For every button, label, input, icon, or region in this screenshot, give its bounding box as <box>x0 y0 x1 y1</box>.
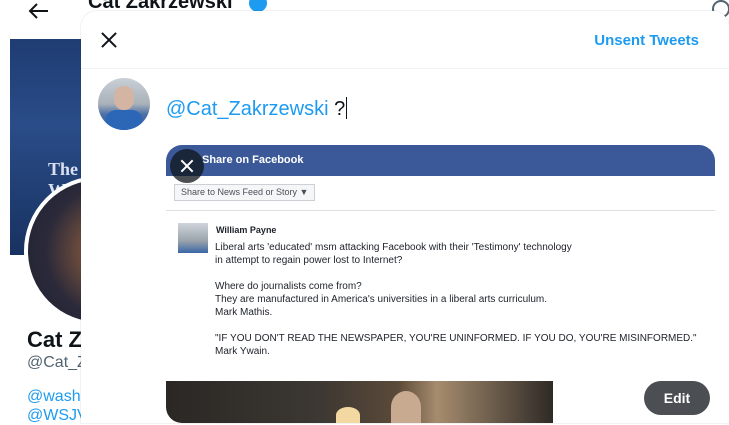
share-destination-select: Share to News Feed or Story ▼ <box>174 184 316 201</box>
profile-display-name: Cat Z <box>27 327 82 352</box>
facebook-dialog-bar: Share on Facebook <box>166 145 715 176</box>
compose-tweet-modal: Unsent Tweets @Cat_Zakrzewski ? Share on… <box>81 11 729 423</box>
post-body: Liberal arts 'educated' msm attacking Fa… <box>215 241 715 358</box>
mention-text[interactable]: @Cat_Zakrzewski <box>166 98 329 120</box>
facebook-dialog-title: Share on Facebook <box>202 154 304 166</box>
divider <box>166 210 715 211</box>
bio-link[interactable]: @wash <box>27 388 81 406</box>
profile-handle: @Cat_Z <box>27 354 87 371</box>
bio-link[interactable]: @WSJV <box>27 407 88 425</box>
post-author-name: William Payne <box>216 225 277 235</box>
post-line: They are manufactured in America's unive… <box>215 294 548 305</box>
unsent-tweets-button[interactable]: Unsent Tweets <box>594 32 699 49</box>
video-thumbnail <box>166 381 553 423</box>
edit-media-button[interactable]: Edit <box>644 381 710 415</box>
close-icon[interactable] <box>95 27 123 55</box>
modal-header: Unsent Tweets <box>81 11 729 69</box>
remove-media-icon[interactable] <box>170 149 204 183</box>
avatar <box>98 78 150 130</box>
attached-image: Share on Facebook Share to News Feed or … <box>166 145 715 423</box>
post-line: "IF YOU DON'T READ THE NEWSPAPER, YOU'RE… <box>215 333 697 344</box>
tweet-text: ? <box>328 98 346 120</box>
post-author-avatar <box>178 223 208 253</box>
post-line: Liberal arts 'educated' msm attacking Fa… <box>215 242 572 253</box>
tweet-text-input[interactable]: @Cat_Zakrzewski ? <box>166 97 348 121</box>
text-caret <box>346 97 348 119</box>
back-arrow-icon[interactable] <box>26 0 50 22</box>
post-line: Mark Mathis. <box>215 307 273 318</box>
post-line: Where do journalists come from? <box>215 281 362 292</box>
post-line: in attempt to regain power lost to Inter… <box>215 255 403 266</box>
post-line: Mark Ywain. <box>215 346 270 357</box>
